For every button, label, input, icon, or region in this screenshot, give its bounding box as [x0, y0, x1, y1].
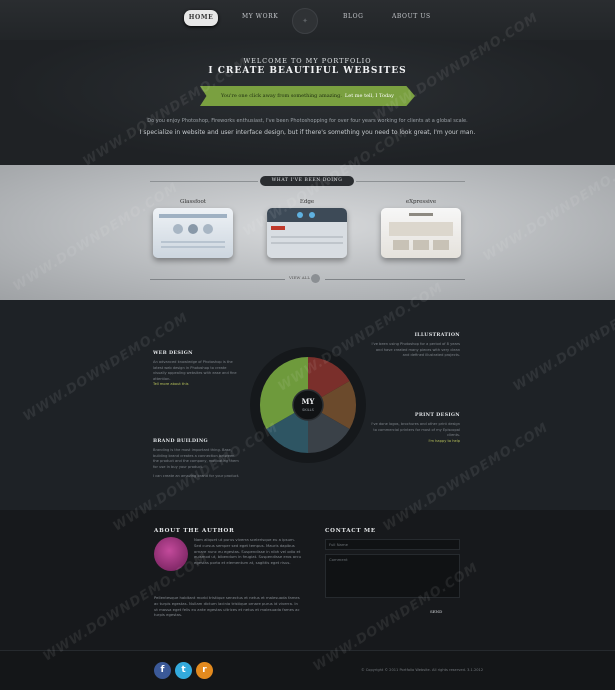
work-card-glassfoot[interactable]: Glassfoot [153, 199, 233, 258]
facebook-icon[interactable]: f [154, 662, 171, 679]
hero-section: WELCOME TO MY PORTFOLIO I CREATE BEAUTIF… [0, 40, 615, 165]
skill-illustration: ILLUSTRATION I've been using Photoshop f… [370, 332, 460, 359]
work-thumbnail[interactable] [381, 208, 461, 258]
rss-icon[interactable]: r [196, 662, 213, 679]
section-divider [150, 279, 285, 280]
skill-description: I've been using Photoshop for a period o… [371, 342, 460, 357]
about-title: ABOUT THE AUTHOR [154, 528, 235, 534]
copyright-text: © Copyright © 2011 Portfolio Website. Al… [361, 668, 484, 672]
skill-link[interactable]: I'm happy to help [370, 439, 460, 443]
nav-my-work[interactable]: MY WORK [242, 13, 278, 20]
skill-link[interactable]: Tell more about this [153, 382, 241, 386]
send-button[interactable]: SEND [430, 609, 442, 614]
about-bio-secondary: Pellentesque habitant morbi tristique se… [154, 595, 300, 618]
view-all-icon[interactable] [311, 274, 320, 283]
section-divider [325, 279, 465, 280]
work-thumbnail[interactable] [153, 208, 233, 258]
hero-kicker: WELCOME TO MY PORTFOLIO [243, 57, 372, 65]
skill-title: ILLUSTRATION [414, 332, 460, 338]
nav-about-us[interactable]: ABOUT US [392, 13, 431, 20]
skill-web-design: WEB DESIGN An advanced knowledge of Phot… [153, 350, 241, 386]
skill-title: PRINT DESIGN [414, 412, 460, 418]
view-all-link[interactable]: VIEW ALL [289, 275, 310, 280]
name-field[interactable]: Full Name [325, 539, 460, 550]
ring-center-subtitle: SKILLS [302, 408, 314, 412]
hero-title: I CREATE BEAUTIFUL WEBSITES [208, 66, 407, 76]
section-divider [356, 181, 465, 182]
work-card-title: eXpressive [405, 199, 437, 205]
logo-emblem-icon[interactable]: ✦ [292, 8, 318, 34]
hero-intro-line: Do you enjoy Photoshop, Fireworks enthus… [147, 118, 468, 124]
section-divider [150, 181, 258, 182]
view-all-row: VIEW ALL [150, 274, 465, 283]
skill-title: BRAND BUILDING [153, 438, 208, 444]
twitter-icon[interactable]: t [175, 662, 192, 679]
portfolio-page: HOME MY WORK ✦ BLOG ABOUT US WELCOME TO … [0, 0, 615, 690]
ribbon-text: You're one click away from something ama… [221, 93, 342, 99]
ring-center-title: MY [302, 397, 316, 406]
hero-specialty-line: I specialize in website and user interfa… [139, 129, 476, 136]
skill-description: An advanced knowledge of Photoshop is th… [153, 360, 237, 381]
skill-description: I've done logos, brochures and other pri… [371, 422, 460, 437]
skill-title: WEB DESIGN [153, 350, 193, 356]
skill-print-design: PRINT DESIGN I've done logos, brochures … [370, 412, 460, 443]
nav-home[interactable]: HOME [184, 10, 218, 26]
ribbon-cta-link[interactable]: Let me tell, I Today [345, 93, 394, 99]
contact-title: CONTACT ME [325, 528, 376, 534]
work-card-expressive[interactable]: eXpressive [381, 199, 461, 258]
nav-blog[interactable]: BLOG [343, 13, 364, 20]
bottom-bar: f t r © Copyright © 2011 Portfolio Websi… [0, 650, 615, 690]
